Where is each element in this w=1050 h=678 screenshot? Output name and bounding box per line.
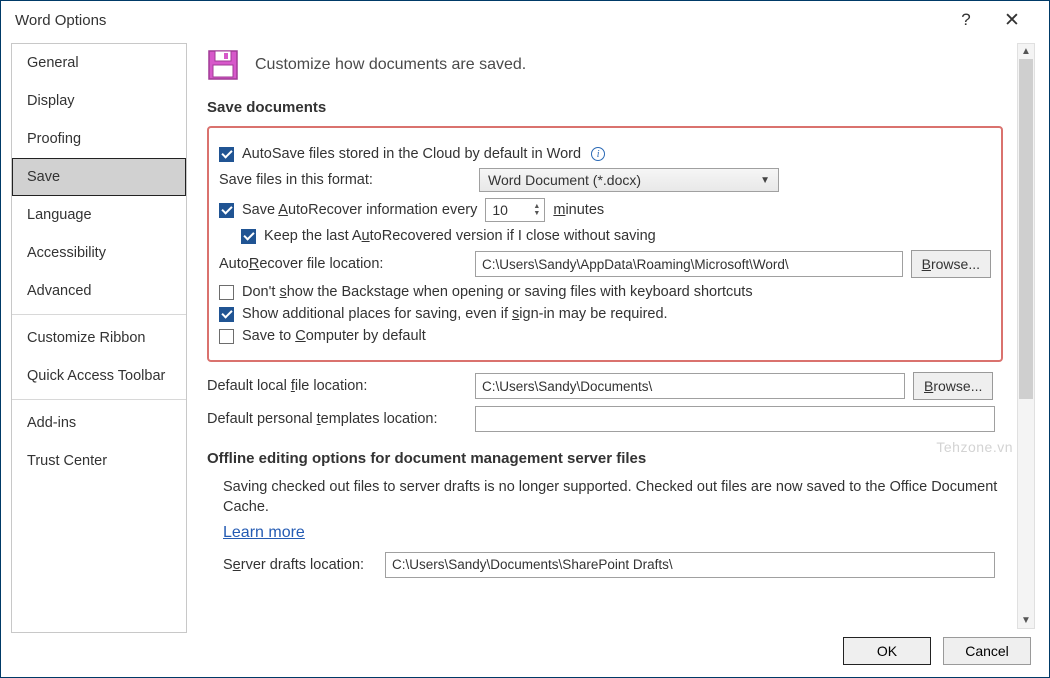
learn-more-link[interactable]: Learn more — [223, 524, 305, 541]
keep-last-label: Keep the last AutoRecovered version if I… — [264, 228, 656, 244]
templates-location-label: Default personal templates location: — [207, 411, 467, 427]
show-places-checkbox[interactable] — [219, 307, 234, 322]
sidebar-item-general[interactable]: General — [12, 44, 186, 82]
sidebar-item-proofing[interactable]: Proofing — [12, 120, 186, 158]
autorecover-label: Save AutoRecover information every — [242, 202, 477, 218]
vertical-scrollbar[interactable]: ▲ ▼ — [1017, 43, 1035, 629]
cancel-button[interactable]: Cancel — [943, 637, 1031, 665]
sidebar-item-quick-access-toolbar[interactable]: Quick Access Toolbar — [12, 357, 186, 395]
ok-button[interactable]: OK — [843, 637, 931, 665]
page-subtitle: Customize how documents are saved. — [255, 56, 526, 74]
autosave-checkbox[interactable] — [219, 147, 234, 162]
autosave-label: AutoSave files stored in the Cloud by de… — [242, 146, 581, 162]
section-save-documents: Save documents — [207, 99, 1031, 116]
backstage-label: Don't show the Backstage when opening or… — [242, 284, 753, 300]
autorecover-location-label: AutoRecover file location: — [219, 256, 467, 272]
save-format-label: Save files in this format: — [219, 172, 471, 188]
sidebar-item-add-ins[interactable]: Add-ins — [12, 404, 186, 442]
minutes-label: minutes — [553, 202, 604, 218]
save-format-value: Word Document (*.docx) — [488, 172, 641, 188]
default-local-location-input[interactable]: C:\Users\Sandy\Documents\ — [475, 373, 905, 399]
show-places-label: Show additional places for saving, even … — [242, 306, 668, 322]
save-icon — [207, 49, 239, 81]
scroll-up-icon[interactable]: ▲ — [1021, 44, 1031, 59]
info-icon[interactable]: i — [591, 147, 605, 161]
autorecover-location-input[interactable]: C:\Users\Sandy\AppData\Roaming\Microsoft… — [475, 251, 903, 277]
server-drafts-label: Server drafts location: — [223, 557, 377, 573]
word-options-dialog: Word Options ? ✕ General Display Proofin… — [0, 0, 1050, 678]
autorecover-checkbox[interactable] — [219, 203, 234, 218]
scroll-down-icon[interactable]: ▼ — [1021, 613, 1031, 628]
sidebar-item-customize-ribbon[interactable]: Customize Ribbon — [12, 319, 186, 357]
server-drafts-input[interactable]: C:\Users\Sandy\Documents\SharePoint Draf… — [385, 552, 995, 578]
save-computer-label: Save to Computer by default — [242, 328, 426, 344]
default-local-browse-button[interactable]: Browse... — [913, 372, 993, 400]
autorecover-minutes-value: 10 — [492, 202, 508, 218]
title-bar: Word Options ? ✕ — [1, 1, 1049, 39]
content-pane: Customize how documents are saved. Save … — [187, 39, 1039, 633]
sidebar-item-language[interactable]: Language — [12, 196, 186, 234]
autorecover-browse-button[interactable]: Browse... — [911, 250, 991, 278]
sidebar-item-advanced[interactable]: Advanced — [12, 272, 186, 310]
chevron-down-icon: ▼ — [760, 175, 770, 186]
save-computer-checkbox[interactable] — [219, 329, 234, 344]
keep-last-checkbox[interactable] — [241, 229, 256, 244]
save-format-dropdown[interactable]: Word Document (*.docx) ▼ — [479, 168, 779, 192]
sidebar-item-display[interactable]: Display — [12, 82, 186, 120]
spinner-icon[interactable]: ▲▼ — [533, 203, 540, 217]
dialog-footer: OK Cancel — [843, 637, 1031, 665]
sidebar-item-save[interactable]: Save — [12, 158, 186, 196]
window-title: Word Options — [15, 12, 106, 29]
sidebar-item-accessibility[interactable]: Accessibility — [12, 234, 186, 272]
templates-location-input[interactable] — [475, 406, 995, 432]
autorecover-minutes-input[interactable]: 10 ▲▼ — [485, 198, 545, 222]
scroll-thumb[interactable] — [1019, 59, 1033, 399]
highlighted-region: AutoSave files stored in the Cloud by de… — [207, 126, 1003, 362]
close-button[interactable]: ✕ — [989, 9, 1035, 32]
backstage-checkbox[interactable] — [219, 285, 234, 300]
sidebar-item-trust-center[interactable]: Trust Center — [12, 442, 186, 480]
default-local-location-label: Default local file location: — [207, 378, 467, 394]
offline-info-text: Saving checked out files to server draft… — [223, 477, 1001, 518]
category-sidebar: General Display Proofing Save Language A… — [11, 43, 187, 633]
help-button[interactable]: ? — [943, 10, 989, 30]
section-offline-editing: Offline editing options for document man… — [207, 450, 1031, 467]
